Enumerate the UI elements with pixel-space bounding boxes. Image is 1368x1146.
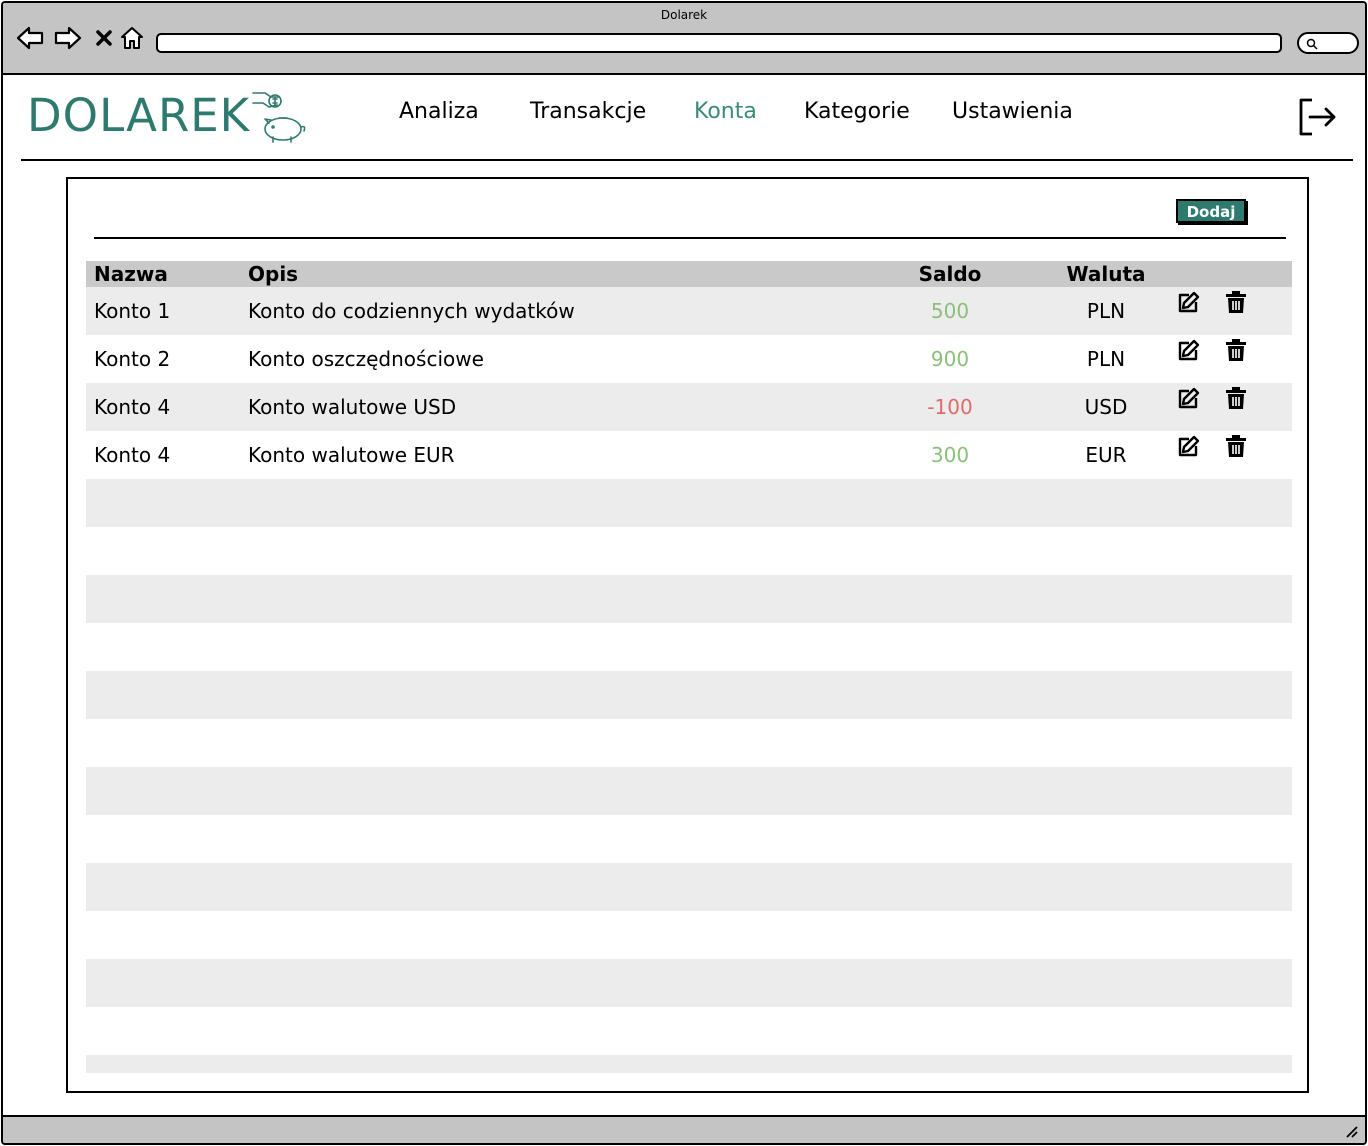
column-header-desc: Opis (248, 262, 299, 286)
table-row: Konto 4 Konto walutowe USD -100 USD (86, 383, 1292, 431)
empty-row (86, 1007, 1292, 1055)
nav-ustawienia[interactable]: Ustawienia (952, 99, 1073, 124)
empty-row (86, 863, 1292, 911)
empty-row (86, 575, 1292, 623)
account-currency: PLN (1086, 347, 1126, 371)
status-bar (3, 1115, 1365, 1143)
nav-kategorie[interactable]: Kategorie (804, 99, 910, 124)
nav-analiza[interactable]: Analiza (399, 99, 479, 124)
logout-icon[interactable] (1298, 97, 1338, 137)
resize-grip-icon[interactable] (1343, 1123, 1359, 1139)
trash-icon[interactable] (1223, 385, 1249, 411)
empty-row (86, 527, 1292, 575)
column-header-saldo: Saldo (918, 262, 982, 286)
logo-text: DOLAREK (27, 89, 251, 142)
account-description: Konto walutowe EUR (248, 443, 455, 467)
nav-transakcje[interactable]: Transakcje (530, 99, 646, 124)
browser-search-box[interactable] (1297, 32, 1359, 54)
account-description: Konto walutowe USD (248, 395, 457, 419)
forward-arrow-icon[interactable] (53, 23, 83, 53)
close-icon[interactable] (89, 23, 119, 53)
account-name: Konto 4 (94, 443, 171, 467)
empty-row (86, 671, 1292, 719)
table-row: Konto 4 Konto walutowe EUR 300 EUR (86, 431, 1292, 479)
empty-row (86, 1055, 1292, 1073)
window-title: Dolarek (660, 8, 708, 22)
table-header-row: Nazwa Opis Saldo Waluta (86, 261, 1292, 287)
edit-icon[interactable] (1176, 337, 1202, 363)
account-currency: EUR (1085, 443, 1127, 467)
add-account-button[interactable]: Dodaj (1176, 199, 1246, 223)
column-header-currency: Waluta (1066, 262, 1146, 286)
account-currency: USD (1084, 395, 1128, 419)
accounts-panel: Dodaj Nazwa Opis Saldo Waluta Konto 1 Ko… (66, 177, 1309, 1093)
account-balance: 300 (930, 443, 970, 467)
search-icon (1306, 38, 1318, 50)
nav-konta[interactable]: Konta (694, 99, 757, 124)
account-name: Konto 1 (94, 299, 171, 323)
trash-icon[interactable] (1223, 337, 1249, 363)
edit-icon[interactable] (1176, 289, 1202, 315)
address-bar[interactable] (156, 33, 1282, 53)
account-balance: 500 (930, 299, 970, 323)
account-balance: -100 (927, 395, 973, 419)
accounts-table: Nazwa Opis Saldo Waluta Konto 1 Konto do… (86, 261, 1292, 1073)
browser-window: Dolarek DOLAREK Analiza Transakcje Konta… (1, 1, 1367, 1145)
browser-chrome: Dolarek (3, 3, 1365, 75)
back-arrow-icon[interactable] (15, 23, 45, 53)
trash-icon[interactable] (1223, 433, 1249, 459)
home-icon[interactable] (117, 23, 147, 53)
edit-icon[interactable] (1176, 385, 1202, 411)
account-name: Konto 2 (94, 347, 171, 371)
empty-row (86, 911, 1292, 959)
account-description: Konto do codziennych wydatków (248, 299, 575, 323)
account-balance: 900 (930, 347, 970, 371)
table-row: Konto 1 Konto do codziennych wydatków 50… (86, 287, 1292, 335)
account-currency: PLN (1086, 299, 1126, 323)
table-row: Konto 2 Konto oszczędnościowe 900 PLN (86, 335, 1292, 383)
empty-row (86, 479, 1292, 527)
account-name: Konto 4 (94, 395, 171, 419)
empty-row (86, 623, 1292, 671)
column-header-name: Nazwa (94, 262, 168, 286)
empty-row (86, 959, 1292, 1007)
piggy-bank-logo-icon (252, 92, 306, 143)
app-header: DOLAREK Analiza Transakcje Konta Kategor… (3, 75, 1365, 161)
empty-row (86, 767, 1292, 815)
empty-row (86, 815, 1292, 863)
empty-row (86, 719, 1292, 767)
edit-icon[interactable] (1176, 433, 1202, 459)
trash-icon[interactable] (1223, 289, 1249, 315)
panel-divider (94, 237, 1286, 239)
header-divider (21, 159, 1353, 161)
account-description: Konto oszczędnościowe (248, 347, 484, 371)
